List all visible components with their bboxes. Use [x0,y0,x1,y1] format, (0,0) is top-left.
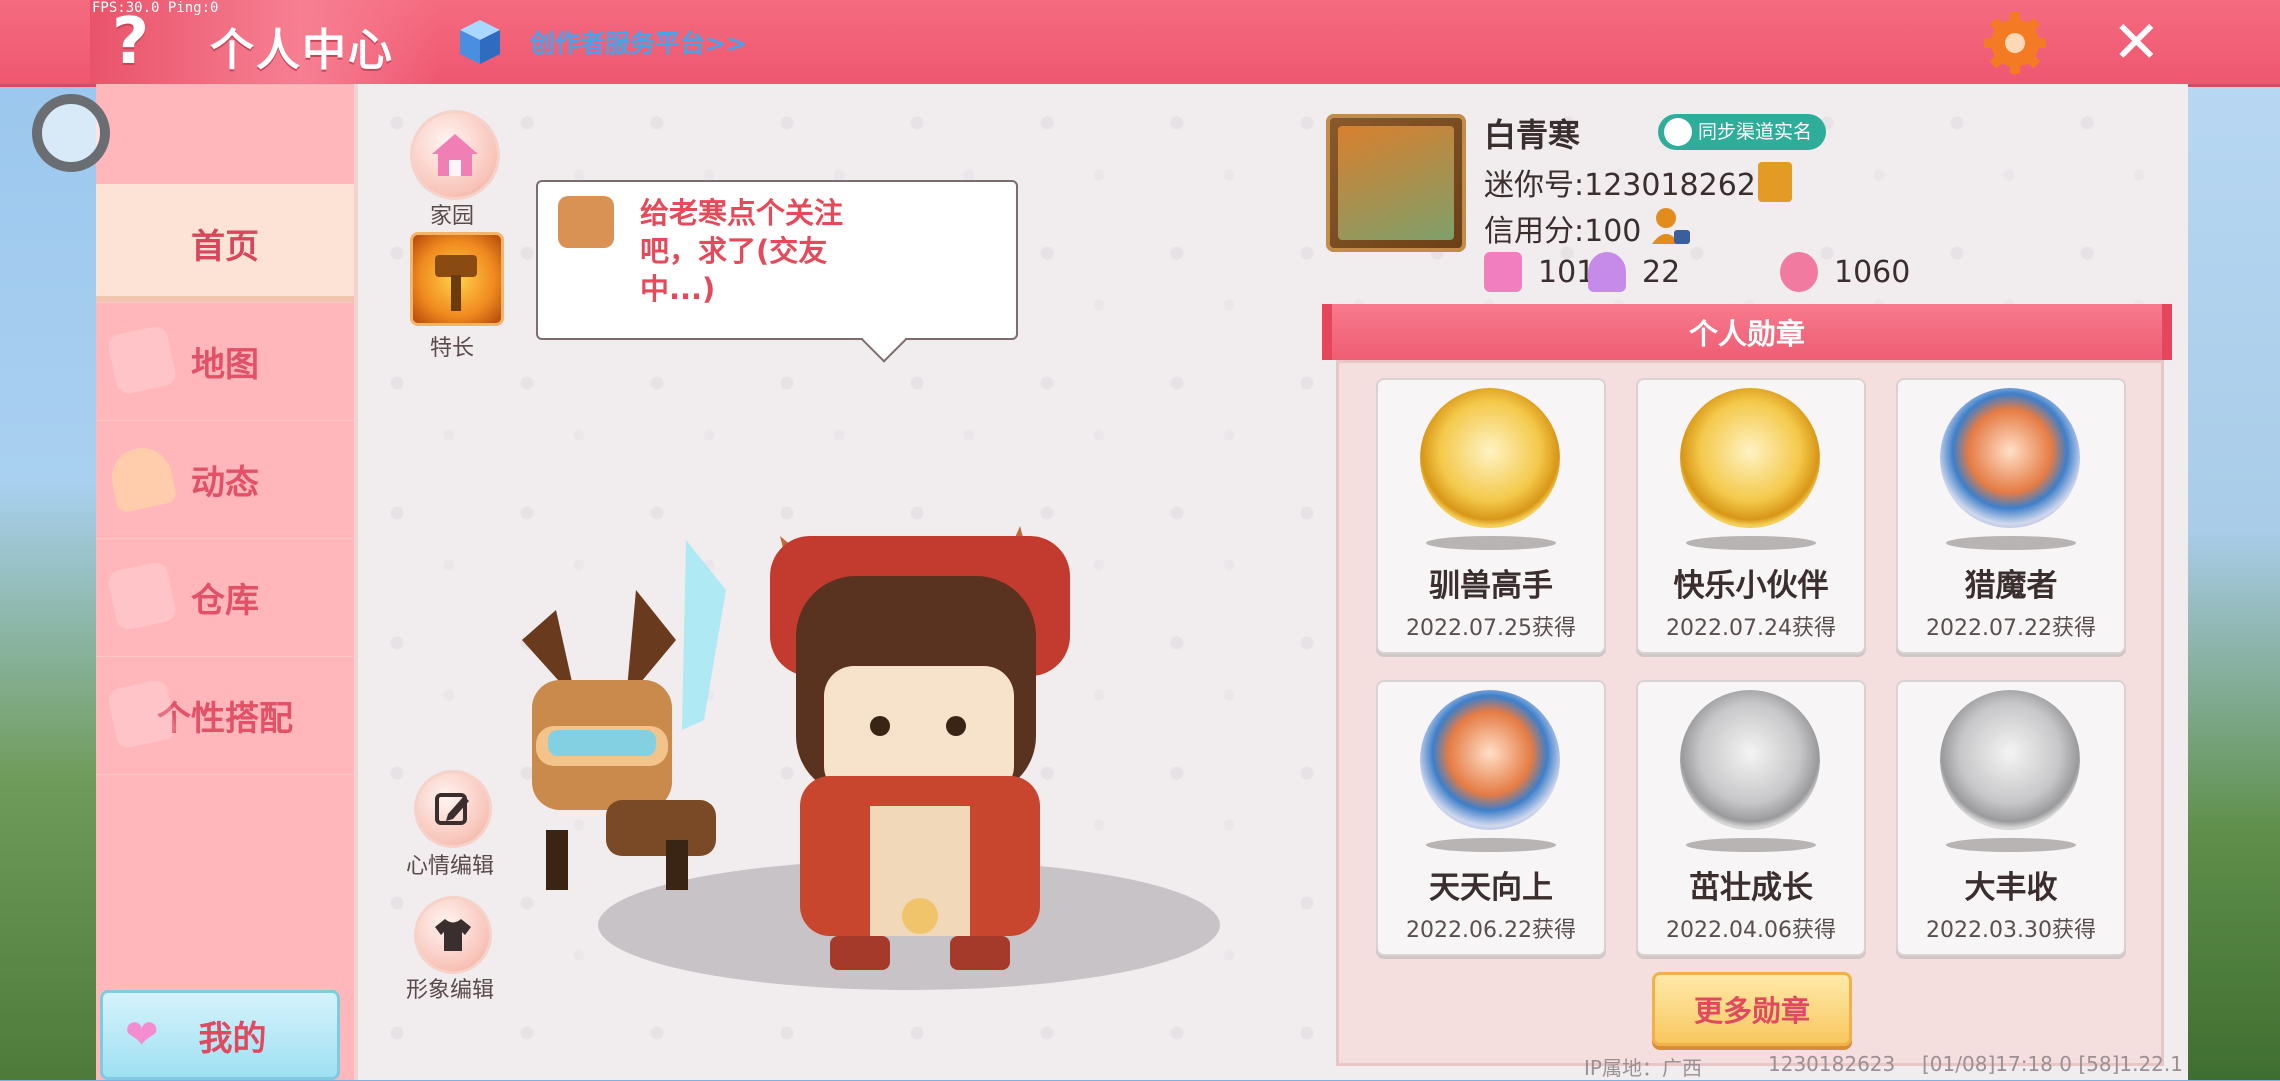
footer-version: [01/08]17:18 0 [58]1.22.1 [1922,1052,2183,1076]
medal-shadow [1426,536,1556,550]
popularity-stat: 1060 [1780,252,1910,292]
medal-card[interactable]: 猎魔者 2022.07.22获得 [1896,378,2126,654]
medal-date: 2022.04.06获得 [1666,918,1836,943]
realname-badge-label: 同步渠道实名 [1698,121,1813,143]
medal-name: 快乐小伙伴 [1673,568,1829,604]
home-button[interactable] [410,110,500,200]
likes-stat: 101 [1484,252,1595,292]
sidebar-item-label: 首页 [191,226,259,267]
medal-card[interactable]: 快乐小伙伴 2022.07.24获得 [1636,378,1866,654]
medal-shadow [1426,838,1556,852]
medal-shadow [1946,536,2076,550]
sidebar-item-label: 个性搭配 [157,698,293,739]
ip-location: IP属地：广西 [1584,1056,1702,1080]
medal-growth-icon [1680,690,1820,830]
map-icon [106,324,178,396]
medal-shadow [1946,838,2076,852]
pet-character[interactable] [486,530,746,900]
bookmark-plus-icon [1484,252,1522,292]
mood-edit-button[interactable] [414,770,492,848]
sidebar-item-label: 动态 [191,462,259,503]
outfit-icon [106,678,178,750]
flame-icon [1780,252,1818,292]
image-edit-button[interactable] [414,896,492,974]
medal-date: 2022.07.22获得 [1926,616,2096,641]
medal-name: 大丰收 [1964,870,2058,906]
credit-score: 信用分:100 [1484,214,1642,249]
edit-icon [435,793,469,825]
medal-daily-up-icon [1420,690,1560,830]
my-button-label: 我的 [198,1018,267,1059]
sidebar-item-map[interactable]: 地图 [96,302,354,421]
sidebar-item-label: 地图 [191,344,259,385]
fps-readout: FPS:30.0 Ping:0 [92,0,219,16]
medal-buddy-icon [1680,388,1820,528]
image-edit-label: 形象编辑 [406,978,495,1003]
warehouse-icon [106,560,178,632]
sidebar-item-feed[interactable]: 动态 [96,420,354,539]
more-medals-button[interactable]: 更多勋章 [1652,972,1852,1046]
medal-date: 2022.07.24获得 [1666,616,1836,641]
avatar-image [1338,126,1454,240]
credit-person-icon[interactable] [1650,206,1692,246]
help-button[interactable]: ? [112,6,149,78]
user-verify-icon [1664,118,1692,146]
medal-date: 2022.07.25获得 [1406,616,1576,641]
my-button[interactable]: ❤ 我的 [100,990,340,1080]
home-label: 家园 [430,204,475,229]
medal-tamer-icon [1420,388,1560,528]
popularity-count: 1060 [1834,254,1911,290]
record-button[interactable] [32,94,110,172]
likes-count: 101 [1538,254,1596,290]
mood-edit-label: 心情编辑 [406,854,495,879]
fans-icon [1588,252,1626,292]
medal-name: 驯兽高手 [1429,568,1553,604]
footer-uid: 1230182623 [1768,1052,1896,1076]
medal-card[interactable]: 驯兽高手 2022.07.25获得 [1376,378,1606,654]
sidebar: 首页 地图 动态 仓库 个性搭配 [96,84,354,1080]
realname-badge[interactable]: 同步渠道实名 [1658,114,1827,150]
heart-icon: ❤ [125,1012,159,1058]
specialty-label: 特长 [430,336,475,361]
sidebar-item-home[interactable]: 首页 [96,184,354,303]
medal-name: 猎魔者 [1964,568,2058,604]
close-icon[interactable]: ✕ [2112,10,2161,74]
sidebar-item-outfit[interactable]: 个性搭配 [96,656,354,775]
specialty-button[interactable] [410,232,504,326]
page-title: 个人中心 [210,25,394,76]
medal-date: 2022.03.30获得 [1926,918,2096,943]
creator-platform-link[interactable]: 创作者服务平台>> [530,24,747,60]
sidebar-item-warehouse[interactable]: 仓库 [96,538,354,657]
medal-card[interactable]: 茁壮成长 2022.04.06获得 [1636,680,1866,956]
username: 白青寒 [1484,116,1581,154]
medal-shadow [1686,536,1816,550]
mascot-icon [558,196,614,248]
player-character[interactable] [760,516,1090,976]
background-scene-right [2188,84,2280,1080]
medal-card[interactable]: 天天向上 2022.06.22获得 [1376,680,1606,956]
fans-count: 22 [1642,254,1681,290]
shirt-icon [435,919,471,951]
medal-card[interactable]: 大丰收 2022.03.30获得 [1896,680,2126,956]
hammer-icon [435,255,477,311]
medal-name: 天天向上 [1429,870,1553,906]
mini-id: 迷你号:1230182623 [1484,168,1775,203]
medal-date: 2022.06.22获得 [1406,918,1576,943]
fans-stat: 22 [1588,252,1680,292]
background-scene-left [0,84,96,1080]
cube-icon[interactable] [458,18,502,66]
medal-shadow [1686,838,1816,852]
mood-text: 给老寒点个关注吧，求了(交友中...) [640,196,844,306]
gear-icon[interactable] [1980,8,2050,78]
medal-name: 茁壮成长 [1689,870,1813,906]
avatar[interactable] [1326,114,1466,252]
copy-icon[interactable] [1758,162,1792,202]
bell-icon [106,442,178,514]
sidebar-item-label: 仓库 [191,580,259,621]
medal-harvest-icon [1940,690,2080,830]
medal-demon-hunter-icon [1940,388,2080,528]
medal-section-header: 个人勋章 [1322,304,2172,360]
mood-bubble[interactable]: 给老寒点个关注吧，求了(交友中...) [536,180,1018,340]
house-icon [432,134,478,176]
